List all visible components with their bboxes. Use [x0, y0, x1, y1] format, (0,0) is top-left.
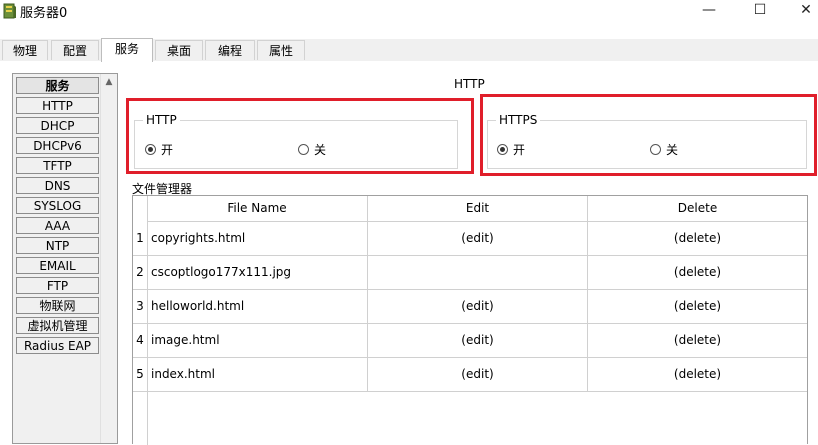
edit-link[interactable]: (edit): [368, 324, 588, 357]
delete-link[interactable]: (delete): [588, 290, 807, 323]
table-row: 2 cscoptlogo177x111.jpg (delete): [133, 256, 807, 290]
sidebar-item-syslog[interactable]: SYSLOG: [16, 197, 99, 214]
sidebar-item-ntp[interactable]: NTP: [16, 237, 99, 254]
tab-physical[interactable]: 物理: [2, 40, 48, 60]
row-number: 3: [136, 299, 144, 313]
tab-bar: 物理 配置 服务 桌面 编程 属性: [0, 38, 818, 62]
header-file-name: File Name: [147, 196, 368, 222]
sidebar-item-iot[interactable]: 物联网: [16, 297, 99, 314]
services-sidebar: 服务 HTTP DHCP DHCPv6 TFTP DNS SYSLOG AAA …: [12, 73, 118, 444]
minimize-button[interactable]: —: [686, 0, 732, 22]
edit-cell: [368, 256, 588, 289]
server-app-icon: [3, 3, 16, 19]
close-button[interactable]: ✕: [783, 0, 818, 22]
table-row: 1 copyrights.html (edit) (delete): [133, 222, 807, 256]
delete-link[interactable]: (delete): [588, 222, 807, 255]
file-name-cell: copyrights.html: [147, 222, 368, 255]
sidebar-scrollbar[interactable]: ▲: [100, 74, 117, 443]
file-name-cell: helloworld.html: [147, 290, 368, 323]
sidebar-item-http[interactable]: HTTP: [16, 97, 99, 114]
close-icon: ✕: [800, 2, 812, 18]
table-row: 3 helloworld.html (edit) (delete): [133, 290, 807, 324]
sidebar-item-aaa[interactable]: AAA: [16, 217, 99, 234]
sidebar-item-radius-eap[interactable]: Radius EAP: [16, 337, 99, 354]
table-row: 4 image.html (edit) (delete): [133, 324, 807, 358]
minimize-icon: —: [702, 2, 716, 18]
tab-attributes[interactable]: 属性: [257, 40, 305, 60]
sidebar-item-dhcpv6[interactable]: DHCPv6: [16, 137, 99, 154]
edit-link[interactable]: (edit): [368, 222, 588, 255]
sidebar-item-ftp[interactable]: FTP: [16, 277, 99, 294]
file-table: File Name Edit Delete 1 copyrights.html …: [132, 195, 808, 445]
sidebar-item-dhcp[interactable]: DHCP: [16, 117, 99, 134]
maximize-icon: ☐: [753, 2, 767, 18]
edit-link[interactable]: (edit): [368, 290, 588, 323]
delete-link[interactable]: (delete): [588, 358, 807, 391]
delete-link[interactable]: (delete): [588, 324, 807, 357]
header-delete: Delete: [588, 196, 807, 222]
table-row: 5 index.html (edit) (delete): [133, 358, 807, 392]
sidebar-header: 服务: [16, 77, 99, 94]
window-title: 服务器0: [20, 6, 68, 21]
https-highlight-box: [480, 94, 817, 176]
scroll-up-icon[interactable]: ▲: [101, 74, 117, 90]
title-bar: 服务器0 — ☐ ✕: [0, 0, 818, 28]
header-edit: Edit: [368, 196, 588, 222]
file-name-cell: index.html: [147, 358, 368, 391]
row-number: 4: [136, 333, 144, 347]
sidebar-item-dns[interactable]: DNS: [16, 177, 99, 194]
tab-services[interactable]: 服务: [101, 38, 153, 62]
file-name-cell: cscoptlogo177x111.jpg: [147, 256, 368, 289]
service-heading: HTTP: [454, 77, 485, 91]
http-highlight-box: [126, 98, 474, 174]
sidebar-item-vm-management[interactable]: 虚拟机管理: [16, 317, 99, 334]
maximize-button[interactable]: ☐: [737, 0, 783, 22]
delete-link[interactable]: (delete): [588, 256, 807, 289]
row-number: 1: [136, 231, 144, 245]
tab-programming[interactable]: 编程: [205, 40, 255, 60]
row-number: 5: [136, 367, 144, 381]
tab-config[interactable]: 配置: [51, 40, 99, 60]
tab-desktop[interactable]: 桌面: [155, 40, 203, 60]
sidebar-item-tftp[interactable]: TFTP: [16, 157, 99, 174]
row-number: 2: [136, 265, 144, 279]
services-panel: 服务 HTTP DHCP DHCPv6 TFTP DNS SYSLOG AAA …: [0, 61, 818, 445]
edit-link[interactable]: (edit): [368, 358, 588, 391]
file-name-cell: image.html: [147, 324, 368, 357]
sidebar-item-email[interactable]: EMAIL: [16, 257, 99, 274]
sidebar-list: 服务 HTTP DHCP DHCPv6 TFTP DNS SYSLOG AAA …: [13, 74, 101, 443]
